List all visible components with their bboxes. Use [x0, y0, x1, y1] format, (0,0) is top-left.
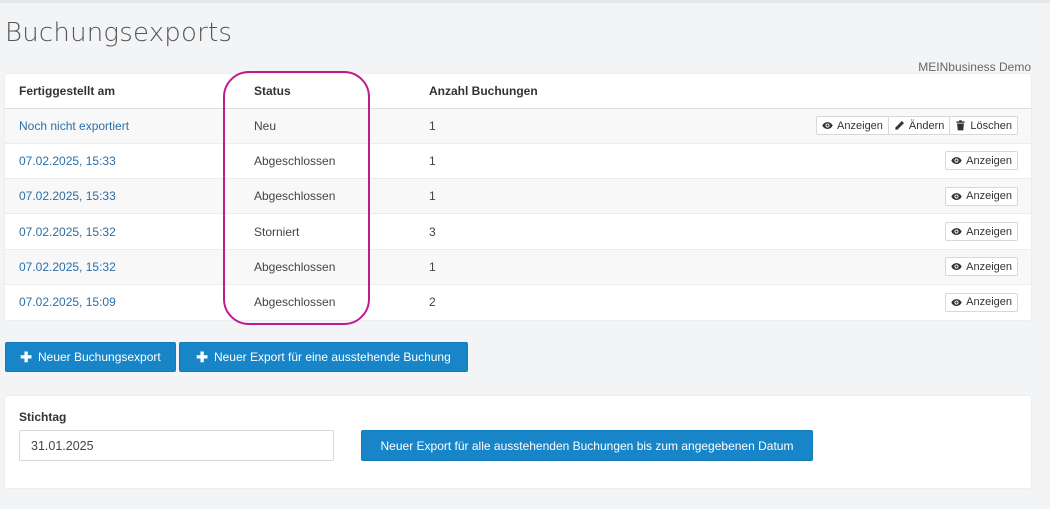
- eye-icon: [951, 228, 962, 235]
- row-status: Neu: [240, 108, 415, 144]
- eye-icon: [951, 192, 962, 200]
- view-label: Anzeigen: [837, 119, 883, 132]
- new-export-button[interactable]: ✚ Neuer Buchungsexport: [5, 342, 176, 372]
- exports-table-card: Fertiggestellt am Status Anzahl Buchunge…: [5, 74, 1031, 320]
- edit-button[interactable]: Ändern: [887, 116, 951, 136]
- row-count: 2: [415, 283, 615, 320]
- row-date-link[interactable]: Noch nicht exportiert: [19, 119, 129, 133]
- header-booking-count: Anzahl Buchungen: [415, 74, 615, 109]
- export-all-pending-button[interactable]: Neuer Export für alle ausstehenden Buchu…: [361, 430, 813, 461]
- row-date-link[interactable]: 07.02.2025, 15:32: [19, 260, 116, 274]
- view-label: Anzeigen: [966, 190, 1012, 203]
- table-row: Noch nicht exportiert Neu 1 Anzeigen Änd…: [5, 108, 1031, 144]
- delete-label: Löschen: [970, 119, 1012, 132]
- row-count: 3: [415, 213, 615, 250]
- row-date-link[interactable]: 07.02.2025, 15:33: [19, 189, 116, 203]
- new-export-label: Neuer Buchungsexport: [37, 350, 161, 364]
- row-date-link[interactable]: 07.02.2025, 15:32: [19, 225, 116, 239]
- header-status: Status: [240, 74, 415, 109]
- table-row: 07.02.2025, 15:32 Abgeschlossen 1 Anzeig…: [5, 248, 1031, 285]
- table-header-row: Fertiggestellt am Status Anzahl Buchunge…: [5, 74, 1031, 109]
- row-action-group: Anzeigen Ändern Löschen: [816, 116, 1018, 136]
- pencil-icon: [895, 121, 904, 130]
- table-row: 07.02.2025, 15:09 Abgeschlossen 2 Anzeig…: [5, 283, 1031, 320]
- trash-icon: [956, 120, 966, 131]
- new-pending-export-button[interactable]: ✚ Neuer Export für eine ausstehende Buch…: [179, 342, 468, 372]
- view-label: Anzeigen: [966, 296, 1012, 309]
- row-count: 1: [415, 142, 615, 179]
- row-count: 1: [415, 248, 615, 285]
- row-date-link[interactable]: 07.02.2025, 15:09: [19, 295, 116, 309]
- stichtag-label: Stichtag: [19, 410, 67, 424]
- row-status: Abgeschlossen: [240, 283, 415, 320]
- page-title: Buchungsexports: [5, 18, 233, 48]
- row-count: 1: [415, 108, 615, 144]
- view-button[interactable]: Anzeigen: [945, 151, 1018, 171]
- row-date-link[interactable]: 07.02.2025, 15:33: [19, 154, 116, 168]
- row-count: 1: [415, 178, 615, 214]
- table-row: 07.02.2025, 15:33 Abgeschlossen 1 Anzeig…: [5, 142, 1031, 179]
- exports-table: Fertiggestellt am Status Anzahl Buchunge…: [5, 74, 1031, 320]
- view-label: Anzeigen: [966, 225, 1012, 238]
- view-button[interactable]: Anzeigen: [945, 222, 1018, 242]
- row-status: Abgeschlossen: [240, 248, 415, 285]
- table-row: 07.02.2025, 15:33 Abgeschlossen 1 Anzeig…: [5, 178, 1031, 214]
- view-button[interactable]: Anzeigen: [945, 257, 1018, 277]
- company-name: MEINbusiness Demo: [918, 60, 1031, 74]
- row-status: Abgeschlossen: [240, 142, 415, 179]
- view-button[interactable]: Anzeigen: [945, 292, 1018, 312]
- view-label: Anzeigen: [966, 154, 1012, 167]
- top-border: [0, 0, 1050, 3]
- view-button[interactable]: Anzeigen: [945, 186, 1018, 206]
- row-status: Storniert: [240, 213, 415, 250]
- eye-icon: [822, 122, 833, 130]
- header-completed-at: Fertiggestellt am: [5, 74, 240, 109]
- view-button[interactable]: Anzeigen: [816, 116, 889, 136]
- stichtag-card: Stichtag Neuer Export für alle ausstehen…: [5, 396, 1031, 488]
- header-actions: [615, 74, 1031, 109]
- plus-icon: ✚: [196, 349, 208, 365]
- eye-icon: [951, 263, 962, 271]
- stichtag-date-input[interactable]: [19, 430, 334, 461]
- edit-label: Ändern: [908, 119, 945, 132]
- table-row: 07.02.2025, 15:32 Storniert 3 Anzeigen: [5, 213, 1031, 250]
- view-label: Anzeigen: [966, 260, 1012, 273]
- plus-icon: ✚: [20, 349, 32, 365]
- eye-icon: [951, 298, 962, 306]
- new-pending-export-label: Neuer Export für eine ausstehende Buchun…: [213, 350, 451, 364]
- delete-button[interactable]: Löschen: [949, 116, 1018, 136]
- row-status: Abgeschlossen: [240, 178, 415, 214]
- eye-icon: [951, 157, 962, 165]
